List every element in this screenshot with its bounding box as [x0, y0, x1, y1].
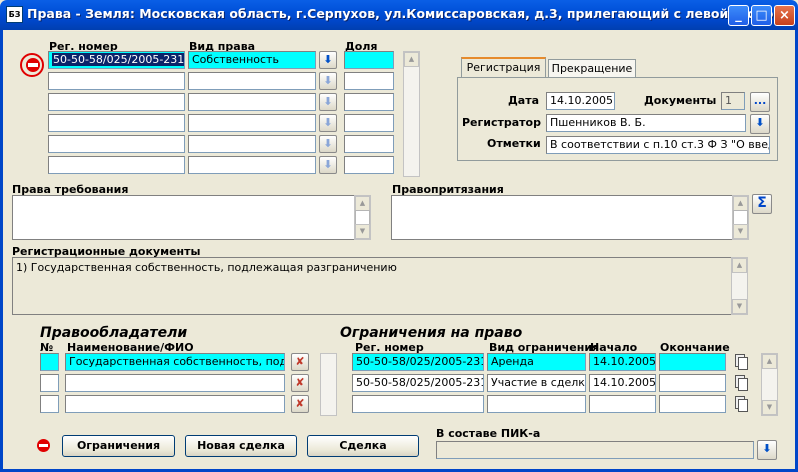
right-type-dropdown-icon[interactable]: ⬇ [319, 72, 337, 90]
regdocs-textarea[interactable]: 1) Государственная собственность, подлеж… [12, 257, 731, 315]
right-reg-text: 50-50-58/025/2005-231 [52, 53, 185, 66]
limits-button[interactable]: Ограничения [62, 435, 175, 457]
scroll-down-icon[interactable]: ▼ [762, 400, 777, 415]
registrar-dropdown-icon[interactable]: ⬇ [750, 114, 770, 134]
right-type-dropdown-icon[interactable]: ⬇ [319, 114, 337, 132]
docs-label: Документы [644, 94, 717, 107]
holder-num-cell[interactable] [40, 353, 59, 371]
right-type-cell[interactable] [188, 156, 316, 174]
holder-name-cell[interactable]: Государственная собственность, подлеж [65, 353, 285, 371]
holder-num-cell[interactable] [40, 395, 59, 413]
delete-holder-icon[interactable]: ✘ [291, 353, 309, 371]
stop-icon[interactable] [37, 439, 50, 452]
pretensions-textarea[interactable] [391, 195, 732, 240]
right-type-dropdown-icon[interactable]: ⬇ [319, 156, 337, 174]
pik-dropdown-icon[interactable]: ⬇ [757, 440, 777, 460]
limit-start-cell[interactable]: 14.10.2005 [589, 374, 656, 392]
scroll-down-icon[interactable]: ▼ [732, 299, 747, 314]
right-share-cell[interactable] [344, 156, 394, 174]
regdocs-scrollbar[interactable]: ▲ ▼ [731, 257, 748, 315]
holder-name-cell[interactable] [65, 374, 285, 392]
registrar-field[interactable]: Пшенников В. Б. [546, 114, 746, 132]
limit-docs-icon[interactable] [733, 395, 750, 414]
limit-type-cell[interactable] [487, 395, 586, 413]
right-type-cell[interactable] [188, 135, 316, 153]
right-share-cell[interactable] [344, 135, 394, 153]
limit-end-cell[interactable] [659, 353, 726, 371]
docs-count: 1 [721, 92, 745, 110]
new-deal-button[interactable]: Новая сделка [185, 435, 297, 457]
limits-title: Ограничения на право [340, 325, 523, 341]
limit-start-cell[interactable] [589, 395, 656, 413]
limit-docs-icon[interactable] [733, 374, 750, 393]
tab-termination[interactable]: Прекращение [548, 59, 636, 78]
right-type-dropdown-icon[interactable]: ⬇ [319, 135, 337, 153]
limit-reg-cell[interactable]: 50-50-58/025/2005-231 [352, 353, 484, 371]
sum-icon[interactable]: Σ [752, 194, 772, 214]
right-share-cell[interactable] [344, 114, 394, 132]
right-type-cell[interactable] [188, 72, 316, 90]
right-reg-cell[interactable] [48, 156, 185, 174]
limit-reg-cell[interactable]: 50-50-58/025/2005-231 [352, 374, 484, 392]
limits-scrollbar[interactable]: ▲ ▼ [761, 353, 778, 416]
right-type-dropdown-icon[interactable]: ⬇ [319, 51, 337, 69]
app-icon: БЗ [6, 6, 23, 23]
limit-start-cell[interactable]: 14.10.2005 [589, 353, 656, 371]
tab-registration[interactable]: Регистрация [461, 57, 546, 78]
holder-num-cell[interactable] [40, 374, 59, 392]
notes-field[interactable]: В соответствии с п.10 ст.3 Ф З "О введен… [546, 136, 770, 154]
scroll-up-icon[interactable]: ▲ [404, 52, 419, 67]
right-type-dropdown-icon[interactable]: ⬇ [319, 93, 337, 111]
pretensions-scrollbar[interactable]: ▲ ▼ [732, 195, 749, 240]
scroll-up-icon[interactable]: ▲ [355, 196, 370, 211]
pik-field[interactable] [436, 441, 754, 459]
scroll-up-icon[interactable]: ▲ [762, 354, 777, 369]
deal-button[interactable]: Сделка [307, 435, 419, 457]
scroll-up-icon[interactable]: ▲ [732, 258, 747, 273]
right-share-cell[interactable] [344, 93, 394, 111]
right-reg-cell[interactable] [48, 135, 185, 153]
docs-button[interactable]: ... [750, 92, 770, 112]
scroll-down-icon[interactable]: ▼ [355, 224, 370, 239]
title-bar[interactable]: БЗ Права - Земля: Московская область, г.… [0, 0, 798, 30]
right-reg-cell[interactable]: 50-50-58/025/2005-231 [48, 51, 185, 69]
right-reg-cell[interactable] [48, 93, 185, 111]
minimize-button[interactable]: _ [728, 5, 749, 26]
holders-title: Правообладатели [40, 325, 188, 341]
date-field[interactable]: 14.10.2005 [546, 92, 615, 110]
close-button[interactable]: × [774, 5, 795, 26]
claims-textarea[interactable] [12, 195, 354, 240]
holder-name-cell[interactable] [65, 395, 285, 413]
right-share-cell[interactable] [344, 51, 394, 69]
right-type-cell[interactable] [188, 93, 316, 111]
limit-type-cell[interactable]: Аренда [487, 353, 586, 371]
delete-holder-icon[interactable]: ✘ [291, 374, 309, 392]
right-reg-cell[interactable] [48, 72, 185, 90]
claims-scrollbar[interactable]: ▲ ▼ [354, 195, 371, 240]
holders-scrollbar[interactable] [320, 353, 337, 416]
maximize-button[interactable]: □ [751, 5, 772, 26]
stop-icon[interactable] [26, 58, 40, 72]
notes-label: Отметки [487, 137, 541, 150]
right-type-cell[interactable]: Собственность [188, 51, 316, 69]
right-share-cell[interactable] [344, 72, 394, 90]
scroll-down-icon[interactable]: ▼ [733, 224, 748, 239]
right-reg-cell[interactable] [48, 114, 185, 132]
date-label: Дата [508, 94, 540, 107]
limit-end-cell[interactable] [659, 374, 726, 392]
limit-end-cell[interactable] [659, 395, 726, 413]
window-title: Права - Земля: Московская область, г.Сер… [27, 6, 794, 21]
scroll-up-icon[interactable]: ▲ [733, 196, 748, 211]
delete-holder-icon[interactable]: ✘ [291, 395, 309, 413]
limit-docs-icon[interactable] [733, 353, 750, 372]
rights-scrollbar[interactable]: ▲ [403, 51, 420, 177]
limit-type-cell[interactable]: Участие в сделке [487, 374, 586, 392]
right-type-cell[interactable] [188, 114, 316, 132]
pik-label: В составе ПИК-а [436, 427, 541, 440]
limit-reg-cell[interactable] [352, 395, 484, 413]
registrar-label: Регистратор [462, 116, 541, 129]
